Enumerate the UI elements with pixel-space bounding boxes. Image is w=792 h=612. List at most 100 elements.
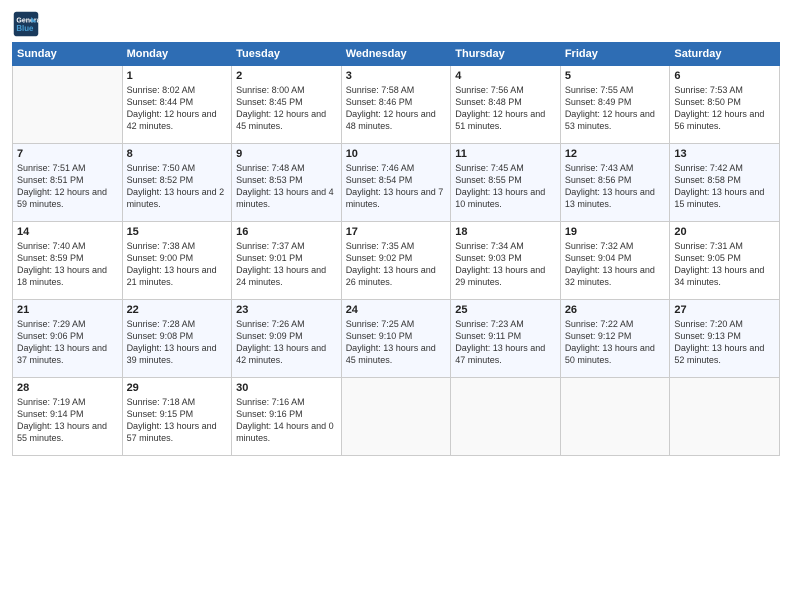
calendar-body: 1Sunrise: 8:02 AMSunset: 8:44 PMDaylight…	[13, 66, 780, 456]
cell-info: Sunrise: 7:43 AMSunset: 8:56 PMDaylight:…	[565, 163, 655, 209]
day-number: 14	[17, 226, 118, 238]
day-header-wednesday: Wednesday	[341, 43, 451, 66]
page-container: General Blue SundayMondayTuesdayWednesda…	[0, 0, 792, 464]
calendar-cell: 12 Sunrise: 7:43 AMSunset: 8:56 PMDayligh…	[560, 144, 670, 222]
calendar-cell: 23 Sunrise: 7:26 AMSunset: 9:09 PMDayligh…	[232, 300, 342, 378]
cell-info: Sunrise: 7:32 AMSunset: 9:04 PMDaylight:…	[565, 241, 655, 287]
cell-info: Sunrise: 7:35 AMSunset: 9:02 PMDaylight:…	[346, 241, 436, 287]
week-row-5: 28 Sunrise: 7:19 AMSunset: 9:14 PMDayligh…	[13, 378, 780, 456]
calendar-cell: 26 Sunrise: 7:22 AMSunset: 9:12 PMDayligh…	[560, 300, 670, 378]
calendar-cell: 15 Sunrise: 7:38 AMSunset: 9:00 PMDayligh…	[122, 222, 232, 300]
day-number: 30	[236, 382, 337, 394]
calendar-cell: 19 Sunrise: 7:32 AMSunset: 9:04 PMDayligh…	[560, 222, 670, 300]
cell-info: Sunrise: 7:37 AMSunset: 9:01 PMDaylight:…	[236, 241, 326, 287]
calendar-cell: 22Sunrise: 7:28 AMSunset: 9:08 PMDayligh…	[122, 300, 232, 378]
day-header-monday: Monday	[122, 43, 232, 66]
svg-text:Blue: Blue	[16, 24, 34, 33]
day-number: 7	[17, 148, 118, 160]
week-row-4: 21Sunrise: 7:29 AMSunset: 9:06 PMDayligh…	[13, 300, 780, 378]
calendar-cell: 17Sunrise: 7:35 AMSunset: 9:02 PMDayligh…	[341, 222, 451, 300]
calendar-cell: 14 Sunrise: 7:40 AMSunset: 8:59 PMDayligh…	[13, 222, 123, 300]
calendar-cell	[13, 66, 123, 144]
day-number: 11	[455, 148, 556, 160]
calendar-cell: 24Sunrise: 7:25 AMSunset: 9:10 PMDayligh…	[341, 300, 451, 378]
calendar-cell	[670, 378, 780, 456]
day-number: 19	[565, 226, 666, 238]
header: General Blue	[12, 10, 780, 38]
calendar-cell: 16 Sunrise: 7:37 AMSunset: 9:01 PMDayligh…	[232, 222, 342, 300]
calendar-cell	[341, 378, 451, 456]
cell-info: Sunrise: 7:53 AMSunset: 8:50 PMDaylight:…	[674, 85, 764, 131]
cell-info: Sunrise: 7:42 AMSunset: 8:58 PMDaylight:…	[674, 163, 764, 209]
cell-info: Sunrise: 7:51 AMSunset: 8:51 PMDaylight:…	[17, 163, 107, 209]
day-number: 6	[674, 70, 775, 82]
calendar-header-row: SundayMondayTuesdayWednesdayThursdayFrid…	[13, 43, 780, 66]
calendar-cell: 5 Sunrise: 7:55 AMSunset: 8:49 PMDaylight…	[560, 66, 670, 144]
day-header-thursday: Thursday	[451, 43, 561, 66]
calendar-cell: 10Sunrise: 7:46 AMSunset: 8:54 PMDayligh…	[341, 144, 451, 222]
cell-info: Sunrise: 7:19 AMSunset: 9:14 PMDaylight:…	[17, 397, 107, 443]
logo-icon: General Blue	[12, 10, 40, 38]
day-number: 27	[674, 304, 775, 316]
calendar-cell: 9 Sunrise: 7:48 AMSunset: 8:53 PMDaylight…	[232, 144, 342, 222]
calendar-cell: 8 Sunrise: 7:50 AMSunset: 8:52 PMDaylight…	[122, 144, 232, 222]
calendar-cell: 13 Sunrise: 7:42 AMSunset: 8:58 PMDayligh…	[670, 144, 780, 222]
cell-info: Sunrise: 7:56 AMSunset: 8:48 PMDaylight:…	[455, 85, 545, 131]
cell-info: Sunrise: 7:34 AMSunset: 9:03 PMDaylight:…	[455, 241, 545, 287]
cell-info: Sunrise: 7:38 AMSunset: 9:00 PMDaylight:…	[127, 241, 217, 287]
cell-info: Sunrise: 7:50 AMSunset: 8:52 PMDaylight:…	[127, 163, 225, 209]
day-number: 15	[127, 226, 228, 238]
day-number: 12	[565, 148, 666, 160]
week-row-1: 1Sunrise: 8:02 AMSunset: 8:44 PMDaylight…	[13, 66, 780, 144]
day-header-tuesday: Tuesday	[232, 43, 342, 66]
day-number: 13	[674, 148, 775, 160]
day-number: 21	[17, 304, 118, 316]
calendar-table: SundayMondayTuesdayWednesdayThursdayFrid…	[12, 42, 780, 456]
week-row-3: 14 Sunrise: 7:40 AMSunset: 8:59 PMDayligh…	[13, 222, 780, 300]
cell-info: Sunrise: 7:28 AMSunset: 9:08 PMDaylight:…	[127, 319, 217, 365]
cell-info: Sunrise: 7:31 AMSunset: 9:05 PMDaylight:…	[674, 241, 764, 287]
calendar-cell: 3Sunrise: 7:58 AMSunset: 8:46 PMDaylight…	[341, 66, 451, 144]
calendar-cell: 2Sunrise: 8:00 AMSunset: 8:45 PMDaylight…	[232, 66, 342, 144]
calendar-cell: 11 Sunrise: 7:45 AMSunset: 8:55 PMDayligh…	[451, 144, 561, 222]
day-number: 23	[236, 304, 337, 316]
day-number: 18	[455, 226, 556, 238]
day-number: 16	[236, 226, 337, 238]
cell-info: Sunrise: 7:55 AMSunset: 8:49 PMDaylight:…	[565, 85, 655, 131]
logo: General Blue	[12, 10, 42, 38]
cell-info: Sunrise: 7:22 AMSunset: 9:12 PMDaylight:…	[565, 319, 655, 365]
cell-info: Sunrise: 7:20 AMSunset: 9:13 PMDaylight:…	[674, 319, 764, 365]
cell-info: Sunrise: 8:02 AMSunset: 8:44 PMDaylight:…	[127, 85, 217, 131]
calendar-cell: 7 Sunrise: 7:51 AMSunset: 8:51 PMDaylight…	[13, 144, 123, 222]
cell-info: Sunrise: 7:18 AMSunset: 9:15 PMDaylight:…	[127, 397, 217, 443]
calendar-cell: 25 Sunrise: 7:23 AMSunset: 9:11 PMDayligh…	[451, 300, 561, 378]
day-header-sunday: Sunday	[13, 43, 123, 66]
calendar-cell	[451, 378, 561, 456]
calendar-cell: 27 Sunrise: 7:20 AMSunset: 9:13 PMDayligh…	[670, 300, 780, 378]
calendar-cell: 20 Sunrise: 7:31 AMSunset: 9:05 PMDayligh…	[670, 222, 780, 300]
calendar-cell: 1Sunrise: 8:02 AMSunset: 8:44 PMDaylight…	[122, 66, 232, 144]
day-number: 10	[346, 148, 447, 160]
calendar-cell: 21Sunrise: 7:29 AMSunset: 9:06 PMDayligh…	[13, 300, 123, 378]
cell-info: Sunrise: 7:48 AMSunset: 8:53 PMDaylight:…	[236, 163, 334, 209]
day-number: 24	[346, 304, 447, 316]
cell-info: Sunrise: 7:45 AMSunset: 8:55 PMDaylight:…	[455, 163, 545, 209]
day-number: 25	[455, 304, 556, 316]
day-header-saturday: Saturday	[670, 43, 780, 66]
cell-info: Sunrise: 7:26 AMSunset: 9:09 PMDaylight:…	[236, 319, 326, 365]
day-number: 8	[127, 148, 228, 160]
day-number: 28	[17, 382, 118, 394]
calendar-cell: 29Sunrise: 7:18 AMSunset: 9:15 PMDayligh…	[122, 378, 232, 456]
cell-info: Sunrise: 7:58 AMSunset: 8:46 PMDaylight:…	[346, 85, 436, 131]
week-row-2: 7 Sunrise: 7:51 AMSunset: 8:51 PMDaylight…	[13, 144, 780, 222]
day-number: 20	[674, 226, 775, 238]
calendar-cell	[560, 378, 670, 456]
day-number: 4	[455, 70, 556, 82]
day-number: 9	[236, 148, 337, 160]
day-number: 26	[565, 304, 666, 316]
cell-info: Sunrise: 7:40 AMSunset: 8:59 PMDaylight:…	[17, 241, 107, 287]
day-header-friday: Friday	[560, 43, 670, 66]
cell-info: Sunrise: 7:23 AMSunset: 9:11 PMDaylight:…	[455, 319, 545, 365]
day-number: 5	[565, 70, 666, 82]
day-number: 2	[236, 70, 337, 82]
